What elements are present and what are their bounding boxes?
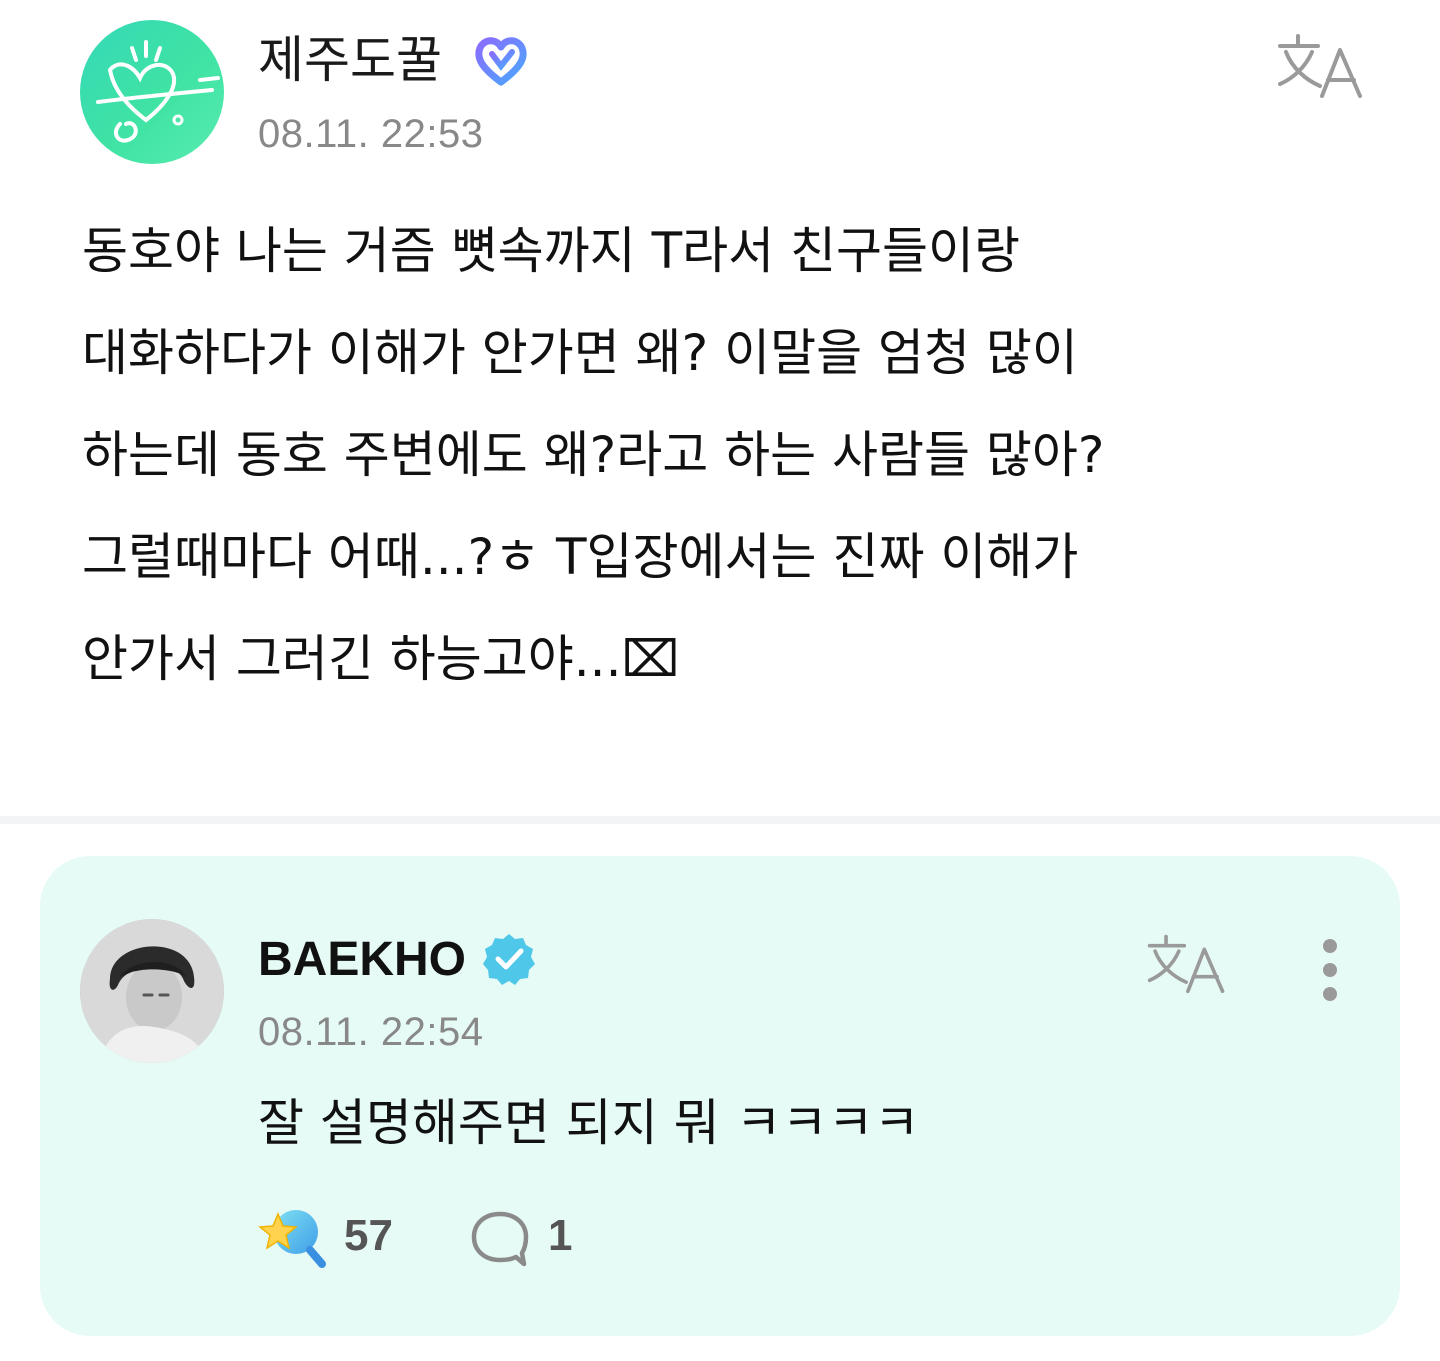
like-count: 57 [344, 1211, 393, 1260]
page: 제주도꿀 08.11. 22:53 동호야 나는 거즘 뼛속까지 T라서 친구들… [0, 0, 1440, 1361]
post-header: 제주도꿀 08.11. 22:53 [80, 18, 1380, 168]
translate-icon[interactable] [1276, 32, 1366, 98]
avatar[interactable] [80, 919, 224, 1063]
avatar[interactable] [80, 20, 224, 164]
author-name[interactable]: 제주도꿀 [258, 28, 442, 92]
post-timestamp: 08.11. 22:53 [258, 112, 484, 156]
fan-heart-badge-icon [475, 37, 527, 86]
verified-icon [483, 934, 535, 985]
comment-count: 1 [548, 1211, 573, 1260]
artist-reply-card: BAEKHO 08.11. 22:54 잘 설명해주면 되지 뭐 ㅋㅋㅋㅋ 57… [40, 856, 1400, 1336]
artist-photo [80, 919, 224, 1063]
translate-icon[interactable] [1146, 932, 1228, 994]
like-star-wand-icon[interactable] [258, 1204, 328, 1268]
divider [0, 816, 1440, 824]
reply-body: 잘 설명해주면 되지 뭐 ㅋㅋㅋㅋ [258, 1094, 920, 1152]
reply-timestamp: 08.11. 22:54 [258, 1010, 484, 1054]
comment-icon[interactable] [470, 1210, 530, 1268]
reaction-row: 57 1 [258, 1200, 858, 1270]
post-body: 동호야 나는 거즘 뼛속까지 T라서 친구들이랑 대화하다가 이해가 안가면 왜… [82, 222, 1105, 688]
author-name[interactable]: BAEKHO [258, 928, 466, 992]
fan-avatar-doodle-icon [96, 40, 220, 143]
more-vertical-icon[interactable] [1310, 934, 1350, 1006]
